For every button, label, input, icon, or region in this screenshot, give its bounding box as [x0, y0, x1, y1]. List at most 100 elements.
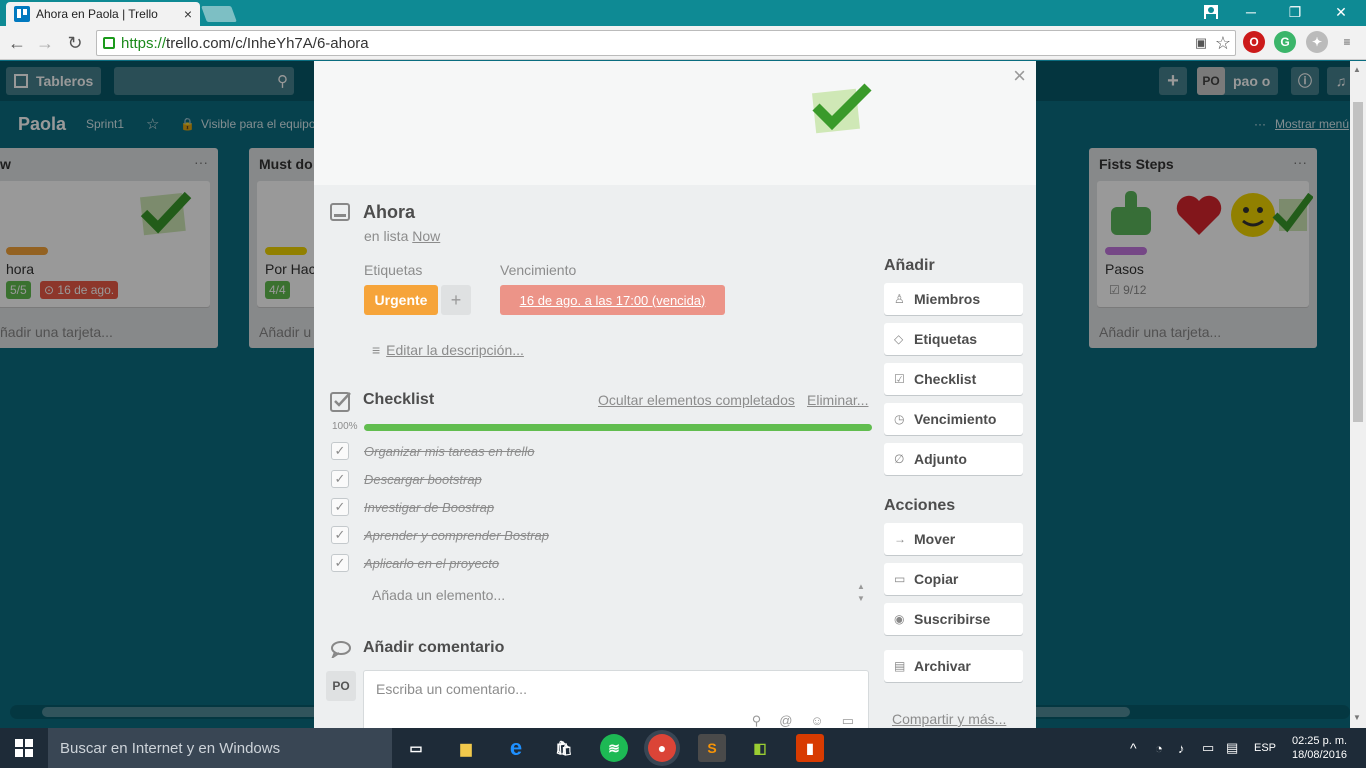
- checklist-item[interactable]: ✓ Organizar mis tareas en trello: [331, 439, 861, 463]
- close-icon[interactable]: ×: [1013, 63, 1026, 89]
- notifications-icon[interactable]: ▤: [1226, 728, 1238, 768]
- taskbar-search-input[interactable]: Buscar en Internet y en Windows: [48, 728, 392, 768]
- checklist-item-text[interactable]: Investigar de Boostrap: [364, 500, 494, 515]
- volume-icon[interactable]: ♪: [1178, 728, 1185, 768]
- description-icon: ≡: [372, 342, 381, 358]
- list-name-link[interactable]: Now: [412, 228, 440, 244]
- task-view-icon[interactable]: ▭: [402, 734, 430, 762]
- person-icon: ♙: [894, 292, 905, 306]
- clock-time: 02:25 p. m.: [1292, 735, 1348, 747]
- tray-chevron-icon[interactable]: ^: [1130, 728, 1137, 768]
- checklist-item-text[interactable]: Organizar mis tareas en trello: [364, 444, 535, 459]
- checklist-item-text[interactable]: Aplicarlo en el proyecto: [364, 556, 499, 571]
- forward-arrow-icon[interactable]: →: [34, 32, 56, 54]
- maximize-button[interactable]: ❐: [1272, 0, 1318, 24]
- checklist-title[interactable]: Checklist: [363, 391, 434, 409]
- sublime-text-icon[interactable]: S: [698, 734, 726, 762]
- chrome-icon[interactable]: ●: [648, 734, 676, 762]
- new-tab-button[interactable]: [201, 6, 237, 22]
- arrow-right-icon: →: [894, 532, 906, 546]
- archive-button[interactable]: ▤ Archivar: [884, 650, 1023, 682]
- card-icon: [330, 203, 350, 226]
- spotify-icon[interactable]: ≋: [600, 734, 628, 762]
- checklist-item[interactable]: ✓ Aplicarlo en el proyecto: [331, 551, 861, 575]
- avatar: PO: [326, 671, 356, 701]
- bookmark-star-icon[interactable]: ☆: [1212, 32, 1234, 54]
- wifi-icon[interactable]: ◔: [1155, 728, 1163, 768]
- card-cover: [314, 61, 1036, 185]
- share-more-link[interactable]: Compartir y más...: [892, 711, 1006, 727]
- subscribe-button[interactable]: ◉ Suscribirse: [884, 603, 1023, 635]
- move-button[interactable]: → Mover: [884, 523, 1023, 555]
- tab-close-icon[interactable]: ×: [184, 6, 192, 22]
- card-link-icon[interactable]: ▭: [842, 713, 854, 728]
- mention-icon[interactable]: @: [779, 713, 792, 728]
- clock-icon: ◷: [894, 412, 905, 426]
- label-urgente[interactable]: Urgente: [364, 285, 438, 315]
- checklist-item[interactable]: ✓ Aprender y comprender Bostrap: [331, 523, 861, 547]
- reload-icon[interactable]: ↻: [64, 32, 86, 54]
- chrome-menu-icon[interactable]: ≡: [1336, 31, 1358, 53]
- scroll-up-arrow-icon[interactable]: ▲: [1353, 65, 1361, 74]
- checkbox-checked-icon[interactable]: ✓: [331, 498, 349, 516]
- page-vertical-scrollbar[interactable]: ▲ ▼: [1350, 61, 1366, 728]
- checkbox-checked-icon[interactable]: ✓: [331, 470, 349, 488]
- trello-board-page: Tableros ⚲ + PO pao o ⓘ ♫ Paola Sprint1 …: [0, 61, 1366, 728]
- checkbox-checked-icon[interactable]: ✓: [331, 442, 349, 460]
- members-button[interactable]: ♙ Miembros: [884, 283, 1023, 315]
- add-label-button[interactable]: +: [441, 285, 471, 315]
- attachment-icon[interactable]: ⚲: [752, 713, 762, 728]
- delete-checklist-link[interactable]: Eliminar...: [807, 392, 868, 408]
- hide-completed-link[interactable]: Ocultar elementos completados: [598, 392, 795, 408]
- opera-extension-icon[interactable]: O: [1243, 31, 1265, 53]
- due-date-button[interactable]: 16 de ago. a las 17:00 (vencida): [500, 285, 725, 315]
- card-title[interactable]: Ahora: [363, 202, 415, 223]
- checklist-item[interactable]: ✓ Descargar bootstrap: [331, 467, 861, 491]
- checklist-icon: [330, 390, 352, 417]
- copy-button[interactable]: ▭ Copiar: [884, 563, 1023, 595]
- due-date-sidebar-button[interactable]: ◷ Vencimiento: [884, 403, 1023, 435]
- in-list-text: en lista Now: [364, 228, 440, 244]
- attachment-button[interactable]: ∅ Adjunto: [884, 443, 1023, 475]
- checkbox-checked-icon[interactable]: ✓: [331, 554, 349, 572]
- comment-placeholder: Escriba un comentario...: [376, 681, 527, 697]
- archive-box-icon: ▤: [894, 659, 906, 673]
- language-indicator[interactable]: ESP: [1254, 728, 1276, 768]
- browser-tab[interactable]: Ahora en Paola | Trello ×: [6, 2, 200, 26]
- clock[interactable]: 02:25 p. m. 18/08/2016: [1292, 728, 1347, 768]
- comment-bubble-icon: [330, 640, 352, 663]
- url-input[interactable]: https:// trello.com/c/InheYh7A/6-ahora: [96, 30, 1236, 56]
- edge-browser-icon[interactable]: e: [502, 734, 530, 762]
- comment-input[interactable]: Escriba un comentario... ⚲ @ ☺ ▭: [363, 670, 869, 728]
- in-list-prefix: en lista: [364, 228, 409, 244]
- minimize-button[interactable]: ─: [1228, 0, 1274, 24]
- notes-app-icon[interactable]: ◧: [746, 734, 774, 762]
- checklist-item[interactable]: ✓ Investigar de Boostrap: [331, 495, 861, 519]
- file-explorer-icon[interactable]: ▆: [452, 734, 480, 762]
- url-scheme: https://: [121, 34, 167, 52]
- browser-tab-strip: Ahora en Paola | Trello × ─ ❐ ✕: [0, 0, 1366, 26]
- grammarly-extension-icon[interactable]: G: [1274, 31, 1296, 53]
- checklist-item-text[interactable]: Descargar bootstrap: [364, 472, 482, 487]
- back-arrow-icon[interactable]: ←: [6, 32, 28, 54]
- scroll-down-arrow-icon[interactable]: ▼: [1353, 713, 1361, 722]
- close-window-button[interactable]: ✕: [1318, 0, 1364, 24]
- resize-arrows-icon: ▲ ▼: [857, 582, 865, 603]
- battery-icon[interactable]: ▭: [1202, 728, 1214, 768]
- translate-icon[interactable]: ▣: [1190, 32, 1212, 54]
- office-icon[interactable]: ▮: [796, 734, 824, 762]
- checkbox-checked-icon[interactable]: ✓: [331, 526, 349, 544]
- extension-icon[interactable]: ✦: [1306, 31, 1328, 53]
- edit-description-link[interactable]: ≡ Editar la descripción...: [372, 342, 524, 358]
- checkbox-icon: ☑: [894, 372, 905, 386]
- store-icon[interactable]: 🛍: [550, 734, 578, 762]
- scrollbar-thumb[interactable]: [1353, 102, 1363, 422]
- windows-start-icon[interactable]: [0, 728, 48, 768]
- checklist-button[interactable]: ☑ Checklist: [884, 363, 1023, 395]
- checklist-item-text[interactable]: Aprender y comprender Bostrap: [364, 528, 549, 543]
- due-heading: Vencimiento: [500, 262, 577, 278]
- clock-date: 18/08/2016: [1292, 749, 1348, 761]
- labels-button[interactable]: ◇ Etiquetas: [884, 323, 1023, 355]
- add-checklist-item-input[interactable]: Añada un elemento...: [372, 587, 505, 603]
- emoji-icon[interactable]: ☺: [810, 713, 823, 728]
